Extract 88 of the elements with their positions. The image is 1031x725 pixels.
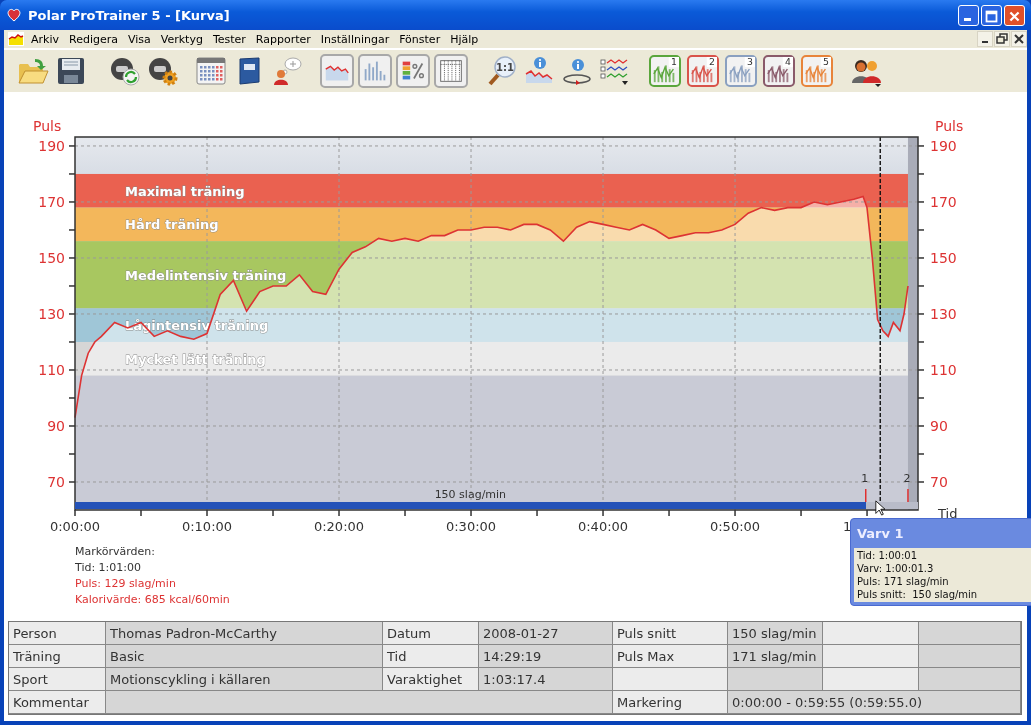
marker-value-text: Puls: 129 slag/min xyxy=(75,577,176,590)
y-tick-label: 150 xyxy=(38,249,65,266)
x-tick-label: 0:30:00 xyxy=(445,519,497,534)
minimize-icon xyxy=(964,17,971,21)
table-cell: Tid xyxy=(383,645,479,668)
maximize-button[interactable] xyxy=(981,4,1002,26)
percent-icon[interactable] xyxy=(394,52,432,90)
y-tick-label: 150 xyxy=(930,249,957,266)
table-cell: Kommentar xyxy=(9,691,106,714)
chart-icon xyxy=(8,32,24,46)
lap-view-button[interactable]: 4 xyxy=(763,55,795,87)
restore-button[interactable] xyxy=(994,31,1010,47)
y-tick-label: 130 xyxy=(38,306,65,322)
tooltip-title: Varv 1 xyxy=(857,526,904,541)
close-icon xyxy=(1012,32,1026,46)
table-icon[interactable] xyxy=(432,52,470,90)
tooltip-text: Varv: 1:00:01.3 xyxy=(857,563,934,574)
marker-value-text: Kalorivärde: 685 kcal/60min xyxy=(75,593,230,606)
y-tick-label: 70 xyxy=(47,474,65,490)
line-chart-icon[interactable] xyxy=(318,52,356,90)
y-tick-label: 70 xyxy=(930,474,948,490)
table-cell: Motionscykling i källaren xyxy=(106,668,383,691)
y-tick-label: 190 xyxy=(930,137,957,154)
table-cell: Puls Max xyxy=(613,645,728,668)
table-cell: Varaktighet xyxy=(383,668,479,691)
y-tick-label: 90 xyxy=(47,418,65,434)
zone-label: Hård träning xyxy=(125,217,219,233)
table-cell: 2008-01-27 xyxy=(479,622,613,645)
x-tick-label: 0:20:00 xyxy=(313,519,365,534)
table-cell: 0:00:00 - 0:59:55 (0:59:55.0) xyxy=(728,691,1021,714)
menu-item[interactable]: Visa xyxy=(122,32,156,46)
x-axis-title: Tid xyxy=(938,506,958,521)
lap-average-label: 150 slag/min xyxy=(434,488,507,501)
tooltip-text: Tid: 1:00:01 xyxy=(857,550,918,561)
x-tick-label: 0:50:00 xyxy=(710,519,761,534)
menu-item[interactable]: Redigera xyxy=(64,32,123,46)
lap-number: 1 xyxy=(861,472,869,485)
table-cell: Puls snitt xyxy=(613,622,728,645)
table-cell: Person xyxy=(9,622,106,645)
zone-label: Maximal träning xyxy=(125,183,245,199)
y-tick-label: 90 xyxy=(930,418,948,434)
y-tick-label: 170 xyxy=(38,193,65,210)
table-cell: Markering xyxy=(613,691,728,714)
close-button[interactable] xyxy=(1011,31,1027,47)
marker-value-text: Markörvärden: xyxy=(75,545,155,558)
tooltip-text: Puls snitt: 150 slag/min xyxy=(857,589,978,600)
y-tick-label: 110 xyxy=(38,362,65,378)
lap-view-button[interactable]: 2 xyxy=(687,55,719,87)
x-tick-label: 0:40:00 xyxy=(577,519,629,534)
table-cell: 171 slag/min xyxy=(728,645,823,668)
menu-item[interactable]: Verktyg xyxy=(155,32,208,46)
menu-item[interactable]: Rapporter xyxy=(250,32,316,46)
table-cell: 1:03:17.4 xyxy=(479,668,613,691)
table-cell: Basic xyxy=(106,645,383,668)
minimize-button[interactable] xyxy=(977,31,993,47)
tooltip-text: Puls: 171 slag/min xyxy=(857,576,949,587)
marker-value-text: Tid: 1:01:00 xyxy=(75,561,142,574)
table-cell: 150 slag/min xyxy=(728,622,823,645)
y-tick-label: 130 xyxy=(930,306,957,322)
table-cell: Träning xyxy=(9,645,106,668)
menu-item[interactable]: Fönster xyxy=(394,32,446,46)
zone-label: Mycket lätt träning xyxy=(125,351,266,367)
lap-view-button[interactable]: 3 xyxy=(725,55,757,87)
x-tick-label: 0:10:00 xyxy=(181,519,233,534)
menu-item[interactable]: Tester xyxy=(207,32,251,46)
heart-icon xyxy=(6,7,22,23)
lap-number: 2 xyxy=(903,472,911,485)
lap-view-button[interactable]: 5 xyxy=(801,55,833,87)
zone-label: Medelintensiv träning xyxy=(125,267,287,283)
table-cell: Sport xyxy=(9,668,106,691)
menu-item[interactable]: Hjälp xyxy=(445,32,484,46)
x-tick-label: 1 xyxy=(843,519,852,534)
y-tick-label: 190 xyxy=(38,137,65,154)
table-cell: 14:29:19 xyxy=(479,645,613,668)
mouse-pointer-icon xyxy=(875,500,885,516)
menu-item[interactable]: Inställningar xyxy=(315,32,395,46)
window-title: Polar ProTrainer 5 - [Kurva] xyxy=(28,7,230,23)
restore-icon xyxy=(995,32,1009,46)
lap-view-button[interactable]: 1 xyxy=(649,55,681,87)
y-tick-label: 110 xyxy=(930,362,957,378)
menu-item[interactable]: Arkiv xyxy=(26,32,64,46)
x-tick-label: 0:00:00 xyxy=(49,519,101,534)
y-axis-title: Puls xyxy=(33,118,62,134)
y-tick-label: 170 xyxy=(930,193,957,210)
y-axis-title: Puls xyxy=(935,118,964,134)
table-cell: Thomas Padron-McCarthy xyxy=(106,622,383,645)
table-cell: Datum xyxy=(383,622,479,645)
minimize-icon xyxy=(981,40,988,43)
